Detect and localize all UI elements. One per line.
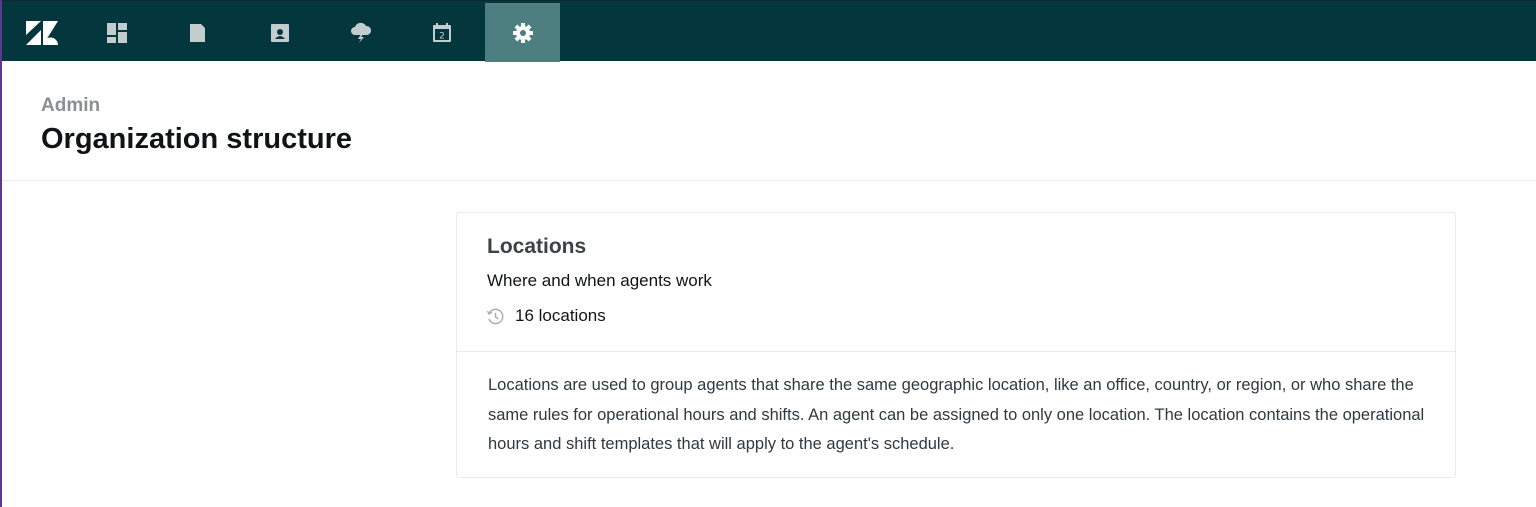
page-title: Organization structure bbox=[41, 123, 352, 155]
nav-item-files[interactable] bbox=[161, 3, 236, 62]
folder-icon bbox=[188, 22, 210, 44]
breadcrumb[interactable]: Admin bbox=[41, 95, 100, 117]
gear-icon bbox=[512, 22, 534, 44]
cloud-lightning-icon bbox=[349, 22, 373, 44]
card-title[interactable]: Locations bbox=[487, 235, 586, 259]
card-description: Locations are used to group agents that … bbox=[488, 376, 1425, 453]
locations-count-label: 16 locations bbox=[515, 306, 606, 325]
calendar-icon: 2 bbox=[431, 22, 453, 44]
nav-item-contacts[interactable] bbox=[242, 3, 317, 62]
locations-count: 16 locations bbox=[485, 306, 606, 326]
page-header: Admin Organization structure bbox=[2, 61, 1536, 181]
nav-item-forecast[interactable] bbox=[323, 3, 398, 62]
nav-item-calendar[interactable]: 2 bbox=[404, 3, 479, 62]
nav-item-admin[interactable] bbox=[485, 3, 560, 62]
card-header: Locations Where and when agents work 16 … bbox=[457, 213, 1455, 352]
app-frame: 2 Admin Organization structure Locations… bbox=[0, 0, 1536, 507]
card-subtitle: Where and when agents work bbox=[487, 271, 712, 290]
top-navigation-bar: 2 bbox=[2, 0, 1536, 62]
svg-text:2: 2 bbox=[439, 31, 445, 41]
locations-card: Locations Where and when agents work 16 … bbox=[456, 212, 1456, 478]
zendesk-logo-icon[interactable] bbox=[4, 3, 79, 62]
dashboard-icon bbox=[106, 22, 128, 44]
clock-history-icon bbox=[485, 306, 505, 326]
contact-card-icon bbox=[269, 22, 291, 44]
nav-item-dashboard[interactable] bbox=[79, 3, 154, 62]
